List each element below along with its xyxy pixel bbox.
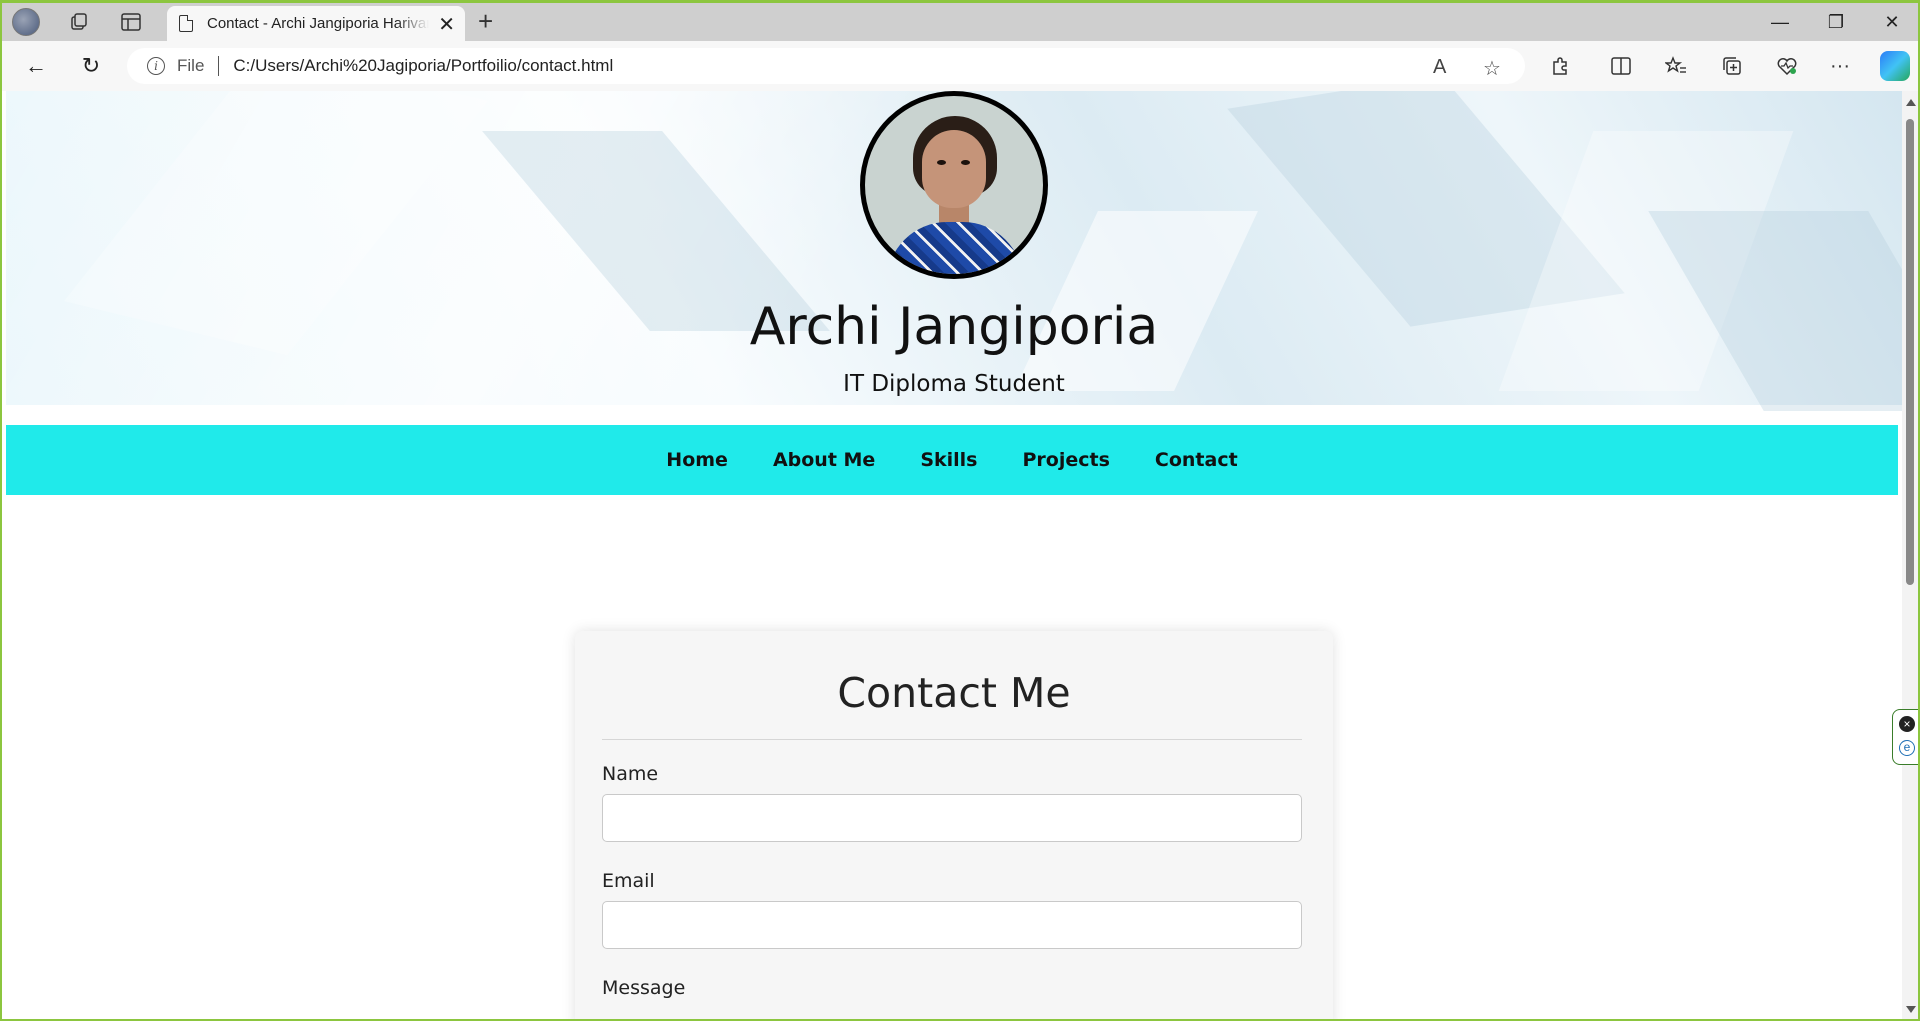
address-url[interactable]: C:/Users/Archi%20Jagiporia/Portfoilio/co… bbox=[233, 56, 613, 76]
page-icon bbox=[179, 15, 193, 32]
nav-link-contact[interactable]: Contact bbox=[1155, 449, 1238, 471]
email-label: Email bbox=[602, 870, 655, 892]
reload-button[interactable]: ↻ bbox=[73, 49, 109, 83]
nav-link-projects[interactable]: Projects bbox=[1023, 449, 1110, 471]
profile-photo bbox=[860, 91, 1048, 279]
site-owner-name: Archi Jangiporia bbox=[749, 297, 1159, 357]
site-info-icon[interactable]: i bbox=[147, 57, 165, 75]
browser-window: Contact - Archi Jangiporia Harivansh ✕ +… bbox=[0, 0, 1920, 1021]
close-widget-icon[interactable]: × bbox=[1899, 716, 1915, 732]
restore-button[interactable]: ❐ bbox=[1808, 5, 1864, 39]
more-options-icon[interactable]: ··· bbox=[1824, 50, 1856, 82]
read-aloud-icon[interactable]: A bbox=[1433, 56, 1446, 79]
window-close-button[interactable]: ✕ bbox=[1864, 5, 1918, 39]
tab-title: Contact - Archi Jangiporia Harivansh bbox=[207, 15, 429, 32]
vertical-tabs-icon[interactable] bbox=[114, 7, 148, 37]
divider bbox=[602, 739, 1302, 740]
tab-contact[interactable]: Contact - Archi Jangiporia Harivansh ✕ bbox=[167, 6, 465, 41]
scroll-down-arrow-icon[interactable] bbox=[1906, 1006, 1916, 1013]
new-tab-button[interactable]: + bbox=[478, 6, 493, 37]
copilot-icon[interactable] bbox=[1880, 51, 1910, 81]
collections-icon[interactable] bbox=[1716, 50, 1748, 82]
address-bar[interactable]: i File C:/Users/Archi%20Jagiporia/Portfo… bbox=[127, 48, 1525, 84]
tab-strip: Contact - Archi Jangiporia Harivansh ✕ +… bbox=[2, 3, 1918, 41]
main-navigation: Home About Me Skills Projects Contact bbox=[6, 425, 1898, 495]
hero-banner: Archi Jangiporia IT Diploma Student bbox=[6, 91, 1902, 411]
side-extension-widget: × e bbox=[1892, 709, 1918, 765]
nav-link-skills[interactable]: Skills bbox=[920, 449, 977, 471]
name-label: Name bbox=[602, 763, 659, 785]
email-input[interactable] bbox=[602, 901, 1302, 949]
extensions-icon[interactable] bbox=[1544, 50, 1576, 82]
browser-toolbar: ← ↻ i File C:/Users/Archi%20Jagiporia/Po… bbox=[2, 41, 1918, 91]
browser-essentials-icon[interactable] bbox=[1771, 50, 1803, 82]
address-divider bbox=[218, 56, 220, 76]
tab-close-icon[interactable]: ✕ bbox=[438, 12, 455, 37]
page-viewport: Archi Jangiporia IT Diploma Student Home… bbox=[6, 91, 1902, 1019]
address-scheme: File bbox=[177, 56, 205, 75]
name-input[interactable] bbox=[602, 794, 1302, 842]
site-owner-subtitle: IT Diploma Student bbox=[843, 371, 1065, 397]
contact-form-title: Contact Me bbox=[837, 669, 1071, 717]
profile-avatar[interactable] bbox=[12, 8, 40, 36]
scrollbar-thumb[interactable] bbox=[1906, 119, 1914, 585]
extension-e-icon[interactable]: e bbox=[1899, 740, 1915, 756]
contact-form-card: Contact Me Name Email Message bbox=[575, 631, 1333, 1019]
page-scrollbar[interactable] bbox=[1902, 91, 1918, 1019]
minimize-button[interactable]: — bbox=[1752, 5, 1808, 39]
message-label: Message bbox=[602, 977, 686, 999]
favorites-icon[interactable] bbox=[1660, 50, 1692, 82]
nav-link-about-me[interactable]: About Me bbox=[773, 449, 875, 471]
scroll-up-arrow-icon[interactable] bbox=[1906, 99, 1916, 106]
nav-link-home[interactable]: Home bbox=[666, 449, 728, 471]
split-screen-icon[interactable] bbox=[1605, 50, 1637, 82]
workspaces-icon[interactable] bbox=[62, 7, 96, 37]
back-button[interactable]: ← bbox=[18, 49, 54, 83]
favorite-star-icon[interactable]: ☆ bbox=[1483, 56, 1501, 81]
